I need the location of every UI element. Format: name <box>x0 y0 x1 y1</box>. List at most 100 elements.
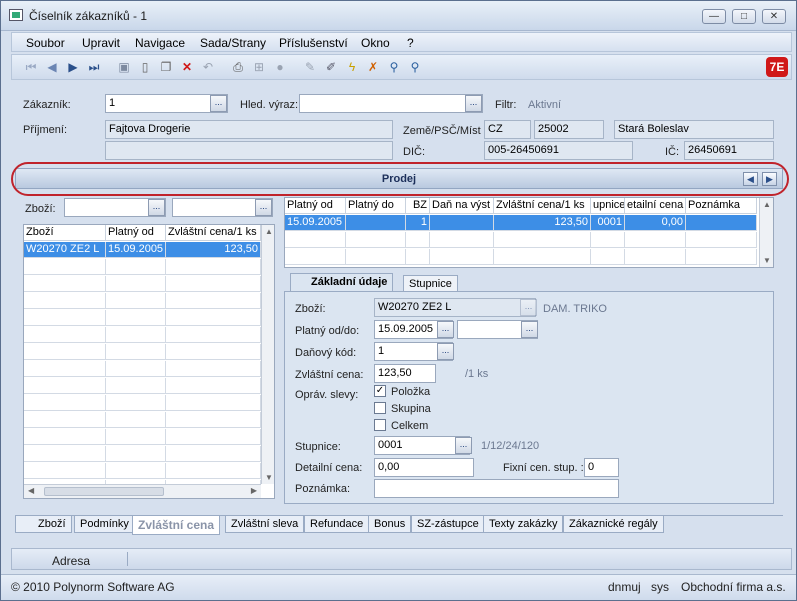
menu-okno[interactable]: Okno <box>361 36 390 50</box>
tab-stupnice[interactable]: Stupnice <box>403 275 458 292</box>
table-row[interactable]: 123,50 <box>166 242 261 258</box>
price-input[interactable]: 123,50 <box>374 364 436 383</box>
fixed-scale-input[interactable]: 0 <box>584 458 619 477</box>
table-row[interactable]: 123,50 <box>494 215 591 231</box>
save-icon[interactable]: ▣ <box>117 60 131 74</box>
left-goods-lookup-button-2[interactable]: ... <box>255 199 272 216</box>
tab-zvlastni-sleva[interactable]: Zvláštní sleva <box>225 516 305 533</box>
ic-field: 26450691 <box>684 141 774 160</box>
close-button[interactable]: ✕ <box>762 9 786 24</box>
menu-help[interactable]: ? <box>407 36 414 50</box>
search-advanced-icon[interactable]: ⚲ <box>408 60 422 74</box>
menu-prislusenstvi[interactable]: Příslušenství <box>279 36 348 50</box>
copy-icon[interactable]: ❐ <box>159 60 173 74</box>
tree-icon[interactable]: ⊞ <box>252 60 266 74</box>
dic-field: 005-26450691 <box>484 141 633 160</box>
discount-item-label: Položka <box>391 386 431 398</box>
detail-price-input[interactable]: 0,00 <box>374 458 474 477</box>
right-col-detail[interactable]: etailní cena <box>625 198 686 214</box>
tab-zvlastni-cena[interactable]: Zvláštní cena <box>132 516 221 535</box>
maximize-button[interactable]: □ <box>732 9 756 24</box>
empty-cell <box>166 395 261 411</box>
disabled-icon[interactable]: ● <box>273 60 287 74</box>
table-row[interactable]: 0,00 <box>625 215 686 231</box>
search-input[interactable] <box>299 94 483 113</box>
tab-podminky[interactable]: Podmínky <box>74 516 135 533</box>
edit-icon[interactable]: ✐ <box>324 60 338 74</box>
table-row[interactable]: W20270 ZE2 L <box>24 242 106 258</box>
table-row[interactable] <box>346 215 406 231</box>
clear-filter-icon[interactable]: ✗ <box>366 60 380 74</box>
customer-lookup-button[interactable]: ... <box>210 95 227 112</box>
valid-to-picker[interactable]: ... <box>521 321 538 338</box>
discount-total-checkbox[interactable] <box>374 419 386 431</box>
tab-texty-zakazky[interactable]: Texty zakázky <box>483 516 564 533</box>
undo-icon[interactable]: ↶ <box>201 60 215 74</box>
note-input[interactable] <box>374 479 619 498</box>
menu-navigace[interactable]: Navigace <box>135 36 185 50</box>
print-icon[interactable]: ⎙ <box>231 60 245 74</box>
polynorm-logo: 7E <box>766 57 788 77</box>
form-goods-lookup-button[interactable]: ... <box>520 299 537 316</box>
prev-icon[interactable]: ◀ <box>45 60 59 74</box>
country-field: CZ <box>484 120 531 139</box>
form-discount-label: Opráv. slevy: <box>295 389 359 401</box>
table-row[interactable]: 1 <box>406 215 430 231</box>
menu-sada-strany[interactable]: Sada/Strany <box>200 36 266 50</box>
table-row[interactable]: 15.09.2005 <box>285 215 346 231</box>
pen-icon[interactable]: ✎ <box>303 60 317 74</box>
empty-cell <box>166 361 261 377</box>
search-icon[interactable]: ⚲ <box>387 60 401 74</box>
table-row[interactable]: 15.09.2005 <box>106 242 166 258</box>
minimize-button[interactable]: — <box>702 9 726 24</box>
table-row[interactable] <box>686 215 757 231</box>
tab-zbozi[interactable]: Zboží <box>15 516 72 533</box>
new-icon[interactable]: ▯ <box>138 60 152 74</box>
menu-soubor[interactable]: Soubor <box>26 36 65 50</box>
address-label[interactable]: Adresa <box>52 554 90 568</box>
search-lookup-button[interactable]: ... <box>465 95 482 112</box>
left-vertical-scrollbar[interactable]: ▲ ▼ <box>261 225 274 484</box>
tab-bonus[interactable]: Bonus <box>368 516 412 533</box>
form-price-label: Zvláštní cena: <box>295 369 364 381</box>
left-col-price[interactable]: Zvláštní cena/1 ks <box>166 225 261 241</box>
delete-icon[interactable]: ✕ <box>180 60 194 74</box>
discount-group-checkbox[interactable] <box>374 402 386 414</box>
last-icon[interactable]: ⏭ <box>87 60 101 74</box>
tab-refundace[interactable]: Refundace <box>304 516 370 533</box>
empty-cell <box>24 429 106 445</box>
right-col-scale[interactable]: upnice <box>591 198 625 214</box>
customer-label: Zákazník: <box>23 99 71 111</box>
menu-upravit[interactable]: Upravit <box>82 36 120 50</box>
right-col-tax[interactable]: Daň na výst <box>430 198 494 214</box>
tab-sz-zastupce[interactable]: SZ-zástupce <box>411 516 485 533</box>
status-company: Obchodní firma a.s. <box>681 580 786 594</box>
discount-item-checkbox[interactable]: ✓ <box>374 385 386 397</box>
empty-cell <box>24 344 106 360</box>
valid-from-picker[interactable]: ... <box>437 321 454 338</box>
next-icon[interactable]: ▶ <box>66 60 80 74</box>
right-col-price[interactable]: Zvláštní cena/1 ks <box>494 198 591 214</box>
right-col-valid-from[interactable]: Platný od <box>285 198 346 214</box>
left-col-valid-from[interactable]: Platný od <box>106 225 166 241</box>
left-horizontal-scrollbar[interactable]: ◀ ▶ <box>24 484 261 498</box>
form-scale-label: Stupnice: <box>295 441 341 453</box>
empty-cell <box>106 429 166 445</box>
scale-lookup-button[interactable]: ... <box>455 437 472 454</box>
table-row[interactable] <box>430 215 494 231</box>
right-col-valid-to[interactable]: Platný do <box>346 198 406 214</box>
wand-icon[interactable]: ϟ <box>345 60 359 74</box>
highlight-oval <box>11 162 789 196</box>
left-goods-lookup-button[interactable]: ... <box>148 199 165 216</box>
tab-zakladni-udaje[interactable]: Základní údaje <box>290 273 394 292</box>
right-vertical-scrollbar[interactable]: ▲ ▼ <box>759 198 773 267</box>
right-col-bz[interactable]: BZ <box>406 198 430 214</box>
right-col-note[interactable]: Poznámka <box>686 198 757 214</box>
empty-cell <box>166 259 261 275</box>
tab-zakaznicke-regaly[interactable]: Zákaznické regály <box>563 516 664 533</box>
left-col-goods[interactable]: Zboží <box>24 225 106 241</box>
first-icon[interactable]: ⏮ <box>24 60 38 74</box>
tax-code-lookup-button[interactable]: ... <box>437 343 454 360</box>
table-row[interactable]: 0001 <box>591 215 625 231</box>
status-system: sys <box>651 580 669 594</box>
